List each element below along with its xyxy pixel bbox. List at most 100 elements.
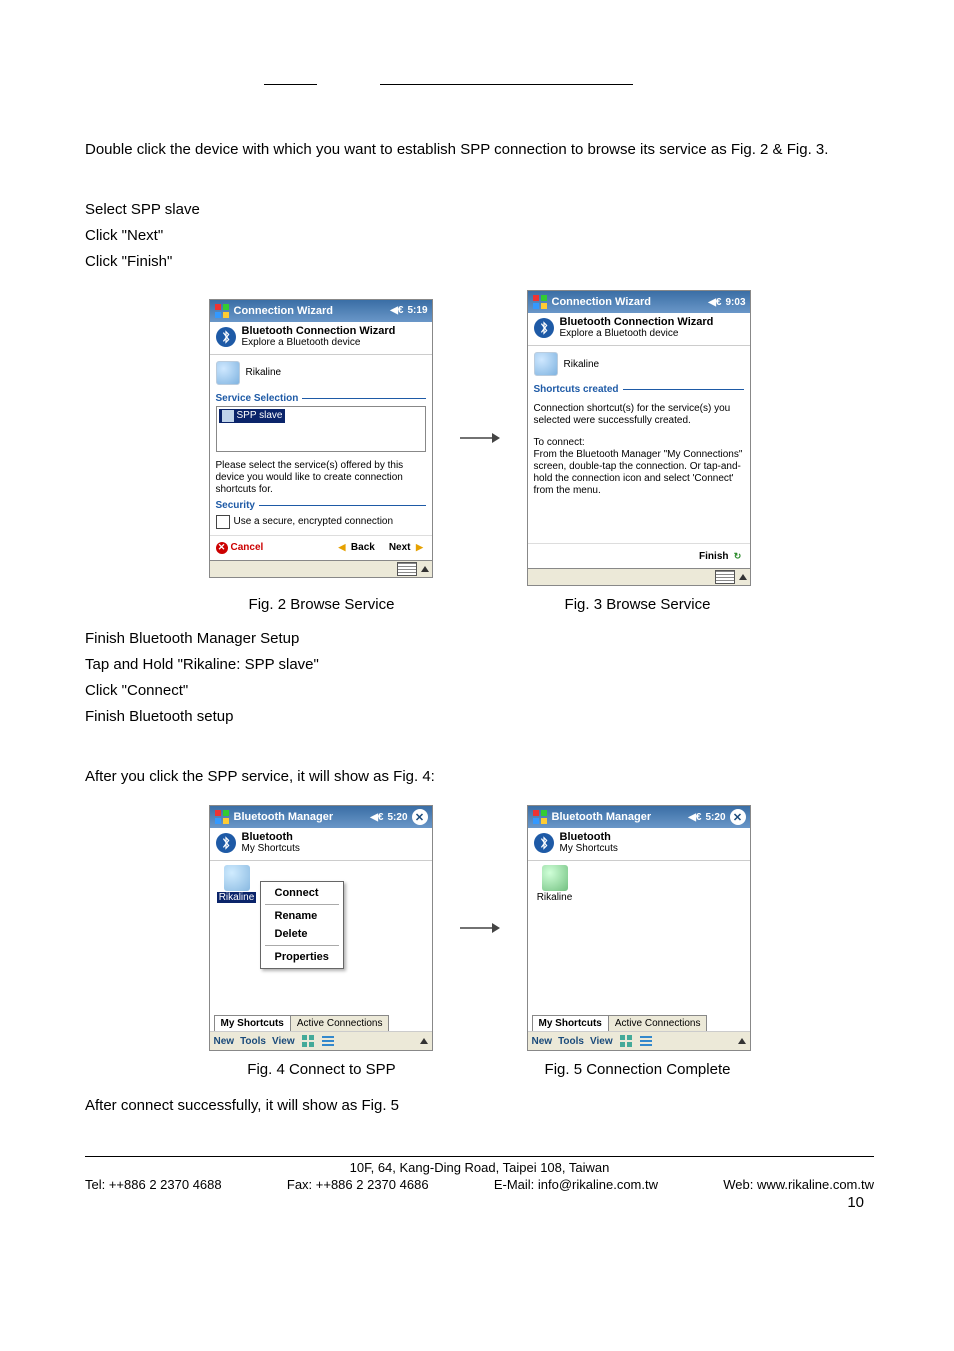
fig4-time: 5:20 (387, 812, 407, 823)
cancel-button[interactable]: ✕Cancel (216, 542, 264, 554)
fig4-tray: ◀€ 5:20 ✕ (370, 809, 427, 825)
sip-up-icon[interactable] (421, 566, 429, 572)
fig4-shortcut-item[interactable]: Rikaline (212, 865, 262, 903)
fig5-tabs: My Shortcuts Active Connections (528, 1015, 750, 1031)
speaker-icon: ◀€ (688, 812, 701, 823)
sip-keyboard-icon[interactable] (397, 562, 417, 576)
checkbox-icon[interactable] (216, 515, 230, 529)
start-icon[interactable] (532, 294, 548, 310)
fig2-tray: ◀€ 5:19 (390, 305, 427, 316)
footer-email: E-Mail: info@rikaline.com.tw (494, 1177, 658, 1192)
step-a-1: Select SPP slave (85, 200, 874, 220)
menu-view[interactable]: View (590, 1036, 613, 1047)
tab-active-connections[interactable]: Active Connections (290, 1015, 390, 1031)
fig4-context-menu: Connect Rename Delete Properties (260, 881, 344, 969)
menu-view[interactable]: View (272, 1036, 295, 1047)
start-icon[interactable] (214, 303, 230, 319)
speaker-icon: ◀€ (390, 305, 403, 316)
start-icon[interactable] (532, 809, 548, 825)
fig5-menubar: New Tools View (528, 1031, 750, 1050)
fig5-subheader: Bluetooth My Shortcuts (528, 828, 750, 861)
next-button[interactable]: Next▶ (389, 542, 426, 554)
fig3-group-label: Shortcuts created (534, 384, 744, 395)
sip-keyboard-icon[interactable] (715, 570, 735, 584)
fig4-titlebar: Bluetooth Manager ◀€ 5:20 ✕ (210, 806, 432, 828)
tab-my-shortcuts[interactable]: My Shortcuts (532, 1015, 609, 1031)
sip-up-icon[interactable] (420, 1038, 428, 1044)
view-icon-1[interactable] (619, 1034, 633, 1048)
fig2-caption: Fig. 2 Browse Service (211, 596, 433, 613)
footer-contacts: Tel: ++886 2 2370 4688 Fax: ++886 2 2370… (85, 1177, 874, 1192)
fig2-service-list[interactable]: SPP slave (216, 406, 426, 452)
step-b-1: Finish Bluetooth Manager Setup (85, 629, 874, 649)
arrow-right-icon (461, 922, 499, 934)
fig3-tray: ◀€ 9:03 (708, 297, 745, 308)
fig4-title-text: Bluetooth Manager (234, 811, 334, 823)
footer-web: Web: www.rikaline.com.tw (723, 1177, 874, 1192)
fig4-sub-desc: My Shortcuts (242, 843, 300, 854)
start-icon[interactable] (214, 809, 230, 825)
fig2-service-group-label: Service Selection (216, 393, 426, 404)
tab-my-shortcuts[interactable]: My Shortcuts (214, 1015, 291, 1031)
fig2-footer: ✕Cancel ◀Back Next▶ (210, 535, 432, 560)
fig3-msg1: Connection shortcut(s) for the service(s… (534, 403, 744, 427)
fig3-sysbar (528, 568, 750, 585)
back-button[interactable]: ◀Back (336, 542, 375, 554)
menu-new[interactable]: New (532, 1036, 553, 1047)
figures-row-2: Bluetooth Manager ◀€ 5:20 ✕ Bluetooth My… (85, 805, 874, 1051)
fig3-title-text: Connection Wizard (552, 296, 652, 308)
fig2-sub-desc: Explore a Bluetooth device (242, 337, 361, 348)
sip-up-icon[interactable] (739, 574, 747, 580)
fig4-subheader: Bluetooth My Shortcuts (210, 828, 432, 861)
fig2-sysbar (210, 560, 432, 577)
arrow-right-icon (461, 432, 499, 444)
intro-paragraph: Double click the device with which you w… (85, 140, 874, 160)
figures-row-1: Connection Wizard ◀€ 5:19 Bluetooth Conn… (85, 290, 874, 586)
step-b-2: Tap and Hold "Rikaline: SPP slave" (85, 655, 874, 675)
ctx-properties[interactable]: Properties (261, 948, 343, 966)
fig2-security-group-label: Security (216, 500, 426, 511)
fig3-caption: Fig. 3 Browse Service (527, 596, 749, 613)
footer-tel: Tel: ++886 2 2370 4688 (85, 1177, 222, 1192)
step-a-2: Click "Next" (85, 226, 874, 246)
fig2-service-item[interactable]: SPP slave (219, 409, 286, 423)
rule-short (264, 84, 317, 85)
fig3-sub-desc: Explore a Bluetooth device (560, 328, 679, 339)
fig5-icon-label: Rikaline (537, 892, 573, 903)
fig2-device: Rikaline (216, 361, 426, 385)
ctx-rename[interactable]: Rename (261, 907, 343, 925)
fig2-title-text: Connection Wizard (234, 305, 334, 317)
device-icon (534, 352, 558, 376)
shortcut-connected-icon (542, 865, 568, 891)
ctx-connect[interactable]: Connect (261, 884, 343, 902)
fig2-screenshot: Connection Wizard ◀€ 5:19 Bluetooth Conn… (209, 299, 433, 578)
menu-tools[interactable]: Tools (240, 1036, 266, 1047)
view-icon-1[interactable] (301, 1034, 315, 1048)
fig2-secure-checkbox[interactable]: Use a secure, encrypted connection (216, 515, 426, 529)
bluetooth-icon (216, 327, 236, 347)
footer-fax: Fax: ++886 2 2370 4686 (287, 1177, 429, 1192)
shortcut-icon (224, 865, 250, 891)
view-icon-2[interactable] (639, 1034, 653, 1048)
ctx-delete[interactable]: Delete (261, 925, 343, 943)
caption-row-1: Fig. 2 Browse Service Fig. 3 Browse Serv… (85, 596, 874, 613)
tab-active-connections[interactable]: Active Connections (608, 1015, 708, 1031)
fig3-sub-title: Bluetooth Connection Wizard (560, 316, 714, 328)
close-icon[interactable]: ✕ (730, 809, 746, 825)
fig5-title-text: Bluetooth Manager (552, 811, 652, 823)
fig3-device-name: Rikaline (564, 359, 600, 370)
menu-tools[interactable]: Tools (558, 1036, 584, 1047)
fig4-tabs: My Shortcuts Active Connections (210, 1015, 432, 1031)
fig5-shortcut-area: Rikaline (528, 861, 750, 1015)
fig5-shortcut-item[interactable]: Rikaline (530, 865, 580, 903)
close-icon[interactable]: ✕ (412, 809, 428, 825)
finish-button[interactable]: Finish↻ (699, 550, 743, 562)
footer-address: 10F, 64, Kang-Ding Road, Taipei 108, Tai… (85, 1160, 874, 1175)
fig3-msg2: To connect: From the Bluetooth Manager "… (534, 437, 744, 497)
fig2-time: 5:19 (407, 305, 427, 316)
sip-up-icon[interactable] (738, 1038, 746, 1044)
view-icon-2[interactable] (321, 1034, 335, 1048)
steps-group-b: Finish Bluetooth Manager Setup Tap and H… (85, 629, 874, 727)
menu-new[interactable]: New (214, 1036, 235, 1047)
footer-rule (85, 1156, 874, 1157)
